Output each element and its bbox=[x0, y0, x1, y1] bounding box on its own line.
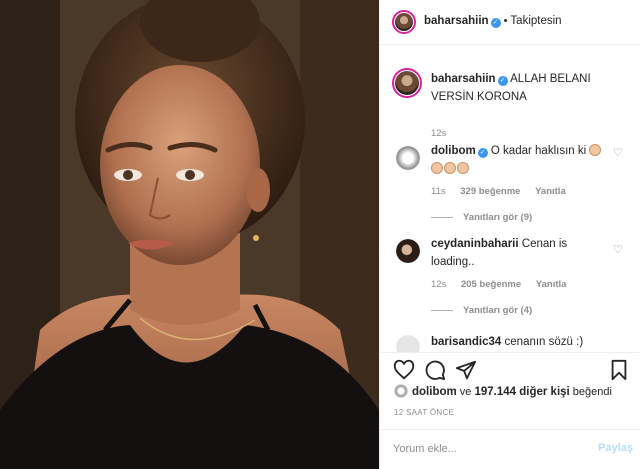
clapping-hands-emoji-icon bbox=[457, 162, 469, 174]
commenter-avatar-image bbox=[396, 335, 420, 352]
likes-connector: ve bbox=[459, 386, 472, 398]
view-replies-button[interactable]: Yanıtları gör (4) bbox=[431, 305, 532, 316]
comment-icon[interactable] bbox=[424, 359, 446, 381]
comment-meta: 11s 329 beğenme Yanıtla bbox=[431, 186, 578, 197]
commenter-username[interactable]: barisandic34 bbox=[431, 336, 501, 348]
owner-username[interactable]: baharsahiin bbox=[424, 15, 489, 27]
likes-others-count[interactable]: 197.144 diğer kişi bbox=[474, 386, 569, 398]
view-replies-button[interactable]: Yanıtları gör (9) bbox=[431, 212, 532, 223]
verified-badge-icon: ✓ bbox=[497, 76, 508, 86]
bookmark-icon[interactable] bbox=[608, 359, 630, 381]
action-bar bbox=[380, 352, 640, 382]
reply-button[interactable]: Yanıtla bbox=[535, 186, 566, 197]
post-comment-button[interactable]: Paylaş bbox=[598, 442, 633, 454]
comment-age[interactable]: 12s bbox=[431, 279, 446, 290]
commenter-avatar-image bbox=[396, 239, 420, 263]
comment-text: dolibom ✓ O kadar haklısın ki bbox=[431, 142, 609, 178]
commenter-username[interactable]: ceydaninbaharii bbox=[431, 238, 519, 250]
comment-input[interactable] bbox=[393, 440, 583, 458]
heart-outline-icon[interactable]: ♡ bbox=[613, 245, 624, 256]
comment-item: ceydaninbaharii Cenan is loading.. ♡ 12s… bbox=[380, 235, 640, 325]
comment-text: barisandic34 cenanın sözü :) bbox=[431, 333, 621, 351]
commenter-avatar[interactable] bbox=[396, 335, 420, 352]
clapping-hands-emoji-icon bbox=[444, 162, 456, 174]
commenter-avatar[interactable] bbox=[396, 239, 420, 263]
caption-username[interactable]: baharsahiin bbox=[431, 73, 496, 85]
commenter-avatar[interactable] bbox=[396, 146, 420, 170]
reply-button[interactable]: Yanıtla bbox=[536, 279, 567, 290]
comment-item: dolibom ✓ O kadar haklısın ki ♡ 11s 329 b… bbox=[380, 142, 640, 232]
verified-badge-icon: ✓ bbox=[477, 148, 488, 158]
verified-badge-icon: ✓ bbox=[490, 18, 501, 28]
owner-avatar-image bbox=[395, 13, 413, 31]
add-comment-bar: Paylaş bbox=[380, 429, 640, 469]
clapping-hands-emoji-icon bbox=[431, 162, 443, 174]
post-side-panel: baharsahiin ✓ • Takiptesin baharsahiin ✓ ALL… bbox=[379, 0, 640, 469]
header-separator: • bbox=[503, 15, 508, 27]
comment-body: O kadar haklısın ki bbox=[490, 145, 587, 157]
portrait-illustration bbox=[0, 0, 379, 469]
caption-text: baharsahiin ✓ ALLAH BELANI VERSİN KORONA bbox=[431, 70, 609, 106]
likes-summary: dolibom ve 197.144 diğer kişi beğendi bbox=[394, 384, 612, 398]
post-photo[interactable] bbox=[0, 0, 379, 469]
comment-like-count[interactable]: 329 beğenme bbox=[460, 186, 520, 197]
replies-divider-line bbox=[431, 309, 453, 311]
follow-status-button[interactable]: Takiptesin bbox=[510, 15, 561, 27]
comments-thread[interactable]: baharsahiin ✓ ALLAH BELANI VERSİN KORONA … bbox=[380, 45, 640, 352]
caption-avatar[interactable] bbox=[392, 68, 422, 98]
replies-divider-line bbox=[431, 216, 453, 218]
owner-avatar[interactable] bbox=[392, 10, 416, 34]
comment-meta: 12s 205 beğenme Yanıtla bbox=[431, 279, 578, 290]
heart-icon[interactable] bbox=[393, 359, 415, 381]
likes-suffix: beğendi bbox=[572, 386, 612, 398]
liker-username[interactable]: dolibom bbox=[412, 386, 457, 398]
view-replies-label: Yanıtları gör (4) bbox=[463, 305, 533, 316]
commenter-username[interactable]: dolibom bbox=[431, 145, 476, 157]
post-timestamp[interactable]: 12 SAAT ÖNCE bbox=[394, 408, 454, 417]
commenter-avatar-image bbox=[396, 146, 420, 170]
header-user-line: baharsahiin ✓ • Takiptesin bbox=[424, 15, 562, 28]
comment-body: cenanın sözü :) bbox=[504, 336, 584, 348]
instagram-post: baharsahiin ✓ • Takiptesin baharsahiin ✓ ALL… bbox=[0, 0, 640, 469]
heart-outline-icon[interactable]: ♡ bbox=[613, 148, 624, 159]
comment-text: ceydaninbaharii Cenan is loading.. bbox=[431, 235, 609, 271]
caption-meta: 12s bbox=[431, 128, 458, 139]
comment-age[interactable]: 11s bbox=[431, 186, 446, 197]
liker-avatar[interactable] bbox=[394, 384, 408, 398]
caption-item: baharsahiin ✓ ALLAH BELANI VERSİN KORONA … bbox=[380, 63, 640, 143]
share-icon[interactable] bbox=[455, 359, 477, 381]
caption-avatar-image bbox=[395, 71, 419, 95]
post-header: baharsahiin ✓ • Takiptesin bbox=[380, 0, 640, 45]
view-replies-label: Yanıtları gör (9) bbox=[463, 212, 533, 223]
clapping-hands-emoji-icon bbox=[589, 144, 602, 156]
comment-item: barisandic34 cenanın sözü :) bbox=[380, 333, 640, 352]
caption-age[interactable]: 12s bbox=[431, 128, 446, 139]
comment-like-count[interactable]: 205 beğenme bbox=[461, 279, 521, 290]
